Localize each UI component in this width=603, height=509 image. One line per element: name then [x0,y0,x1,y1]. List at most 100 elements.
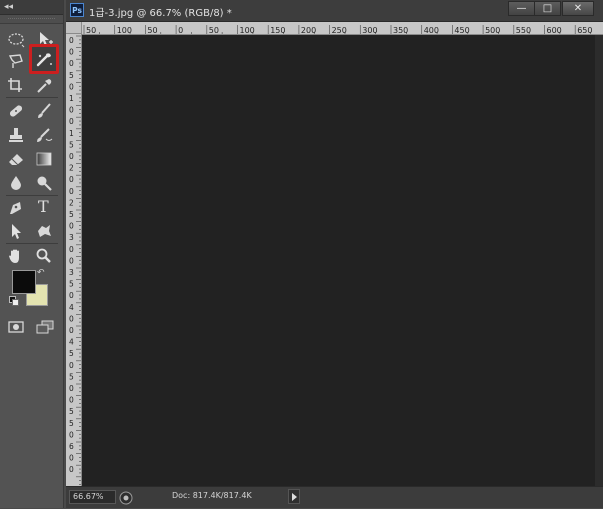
ruler-label: 300 [362,26,377,35]
ruler-label: 50 [86,26,96,35]
ruler-label: 2 [69,198,74,207]
ruler-label: 5 [69,280,74,289]
quick-selection-tool[interactable] [29,44,59,74]
toolbox-separator [6,243,58,244]
eyedropper-tool[interactable] [32,74,56,96]
horizontal-ruler[interactable]: 50 100 50 0 50 100 150 200 250 300 350 400 450 500 550… [82,22,603,35]
ruler-label: 0 [69,314,74,323]
image-canvas[interactable] [82,35,595,486]
status-bar: 66.67% Doc: 817.4K/817.4K [66,486,603,508]
ruler-label: 3 [69,268,74,277]
blur-icon [11,176,21,190]
ruler-label: 6 [69,442,74,451]
toolbox-separator [6,97,58,98]
tools-panel-grip[interactable] [0,15,63,24]
eyedropper-icon [37,79,52,93]
polygonal-lasso-tool[interactable] [4,50,28,72]
ruler-label: 50 [147,26,157,35]
minimize-button[interactable]: — [508,1,535,16]
screen-mode-tool[interactable] [33,316,57,338]
ruler-label: 0 [69,245,74,254]
close-button[interactable]: ✕ [562,1,594,16]
blur-tool[interactable] [4,172,28,194]
type-tool[interactable]: T [32,197,56,219]
ruler-label: 0 [69,106,74,115]
ellipse-marquee-tool[interactable] [4,28,28,50]
vertical-ruler[interactable]: 0 0 0 5 0 1 0 0 1 5 0 2 0 0 2 5 0 3 0 0 3 5 0 4 0 0 4 5 0 5 0 0 5 5 0 6 0 0 [66,34,82,486]
pen-tool[interactable] [4,197,28,219]
status-menu-arrow-icon[interactable] [288,489,300,504]
path-selection-tool[interactable] [4,220,28,242]
ruler-label: 0 [69,152,74,161]
foreground-color-swatch[interactable] [12,270,36,294]
ruler-label: 1 [69,129,74,138]
custom-shape-tool[interactable] [32,220,56,242]
document-size-info: Doc: 817.4K/817.4K [172,491,252,500]
ruler-label: 0 [69,465,74,474]
tools-panel: ◂◂ T ↶ [0,0,64,508]
ruler-label: 250 [332,26,347,35]
ruler-label: 100 [117,26,132,35]
custom-shape-icon [38,225,51,237]
tools-panel-header[interactable]: ◂◂ [0,0,63,15]
spot-healing-tool[interactable] [4,100,28,122]
ruler-label: 5 [69,372,74,381]
eraser-tool[interactable] [4,148,28,170]
ruler-label: 0 [69,175,74,184]
default-colors-icon[interactable] [9,296,19,306]
ruler-label: 50 [209,26,219,35]
ruler-label: 5 [69,210,74,219]
zoom-tool[interactable] [32,245,56,267]
clone-stamp-tool[interactable] [4,124,28,146]
eraser-icon [9,154,23,166]
ruler-label: 100 [240,26,255,35]
crop-icon [8,78,22,92]
hand-tool[interactable] [4,245,28,267]
history-brush-icon [37,128,53,142]
ruler-label: 650 [577,26,592,35]
dodge-icon [37,176,52,191]
ruler-label: 0 [69,117,74,126]
ruler-label: 5 [69,419,74,428]
crop-tool[interactable] [4,74,28,96]
ruler-label: 550 [516,26,531,35]
ruler-label: 0 [69,222,74,231]
gradient-icon [36,152,52,166]
brush-icon [38,103,51,118]
ruler-label: 1 [69,94,74,103]
ruler-label: 0 [69,454,74,463]
quick-mask-icon [8,321,24,333]
quick-mask-tool[interactable] [4,316,28,338]
ruler-label: 4 [69,338,74,347]
path-selection-icon [12,224,21,239]
canvas-pasteboard [595,35,603,486]
quick-selection-icon [36,53,52,67]
ruler-origin[interactable] [66,22,82,34]
zoom-level-field[interactable]: 66.67% [69,490,116,504]
maximize-button[interactable]: □ [534,1,561,16]
dodge-tool[interactable] [32,172,56,194]
ruler-label: 0 [69,361,74,370]
document-titlebar[interactable]: Ps 1급-3.jpg @ 66.7% (RGB/8) * — □ ✕ [66,0,603,22]
ruler-label: 350 [393,26,408,35]
status-info-icon[interactable] [119,490,133,505]
ruler-label: 5 [69,407,74,416]
document-window: Ps 1급-3.jpg @ 66.7% (RGB/8) * — □ ✕ 50 10… [66,0,603,508]
collapse-panel-icon[interactable]: ◂◂ [4,1,13,13]
pen-icon [10,202,21,214]
hand-icon [9,249,19,263]
ellipse-marquee-icon [8,33,25,48]
horizontal-ruler-ticks: 50 100 50 0 50 100 150 200 250 300 350 400 450 500 550… [83,25,592,35]
brush-tool[interactable] [32,100,56,122]
toolbox-separator [6,195,58,196]
swap-colors-icon[interactable]: ↶ [37,268,45,278]
ruler-label: 200 [301,26,316,35]
history-brush-tool[interactable] [32,124,56,146]
ruler-label: 3 [69,233,74,242]
gradient-tool[interactable] [32,148,56,170]
ruler-label: 600 [547,26,562,35]
ruler-label: 450 [454,26,469,35]
ruler-label: 0 [178,26,183,35]
photoshop-app-icon: Ps [70,3,84,17]
zoom-icon [36,248,51,263]
